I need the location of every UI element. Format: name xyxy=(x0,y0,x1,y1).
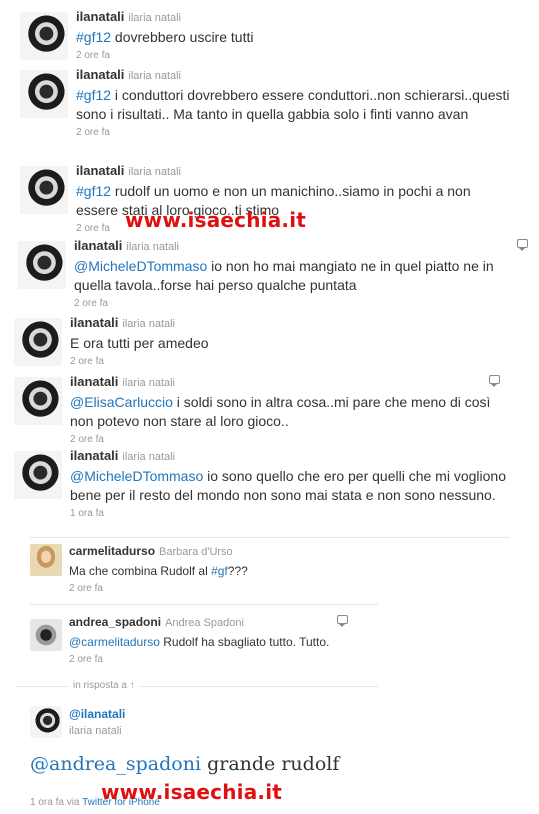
mention-link[interactable]: @carmelitadurso xyxy=(69,635,160,649)
mention-link[interactable]: @andrea_spadoni xyxy=(30,753,201,775)
screen-name[interactable]: ilanatali xyxy=(74,238,122,253)
hashtag-link[interactable]: #gf12 xyxy=(76,183,111,199)
avatar[interactable] xyxy=(20,12,68,60)
timestamp[interactable]: 2 ore fa xyxy=(69,583,489,594)
divider xyxy=(30,537,510,538)
main-full-name: ilaria natali xyxy=(69,725,122,737)
main-screen-name[interactable]: @ilanatali xyxy=(69,707,125,721)
screen-name[interactable]: ilanatali xyxy=(70,448,118,463)
reply-icon[interactable] xyxy=(489,375,500,387)
hashtag-link[interactable]: #gf12 xyxy=(76,87,111,103)
tweet-text: @carmelitadurso Rudolf ha sbagliato tutt… xyxy=(69,633,389,651)
tweet-text: #gf12 i conduttori dovrebbero essere con… xyxy=(76,86,516,124)
main-tweet-text: @andrea_spadoni grande rudolf xyxy=(30,753,339,775)
tweet-text: E ora tutti per amedeo xyxy=(70,334,510,353)
hashtag-link[interactable]: #gf xyxy=(211,564,228,578)
avatar[interactable] xyxy=(20,70,68,118)
text-segment: i conduttori dovrebbero essere conduttor… xyxy=(76,87,510,122)
full-name: ilaria natali xyxy=(128,12,182,24)
screen-name[interactable]: ilanatali xyxy=(70,374,118,389)
timestamp[interactable]: 2 ore fa xyxy=(69,654,389,665)
avatar[interactable] xyxy=(30,619,62,651)
full-name: ilaria natali xyxy=(128,166,182,178)
text-segment: E ora tutti per amedeo xyxy=(70,335,209,351)
via-label: via xyxy=(66,797,80,808)
timestamp[interactable]: 1 ora fa xyxy=(70,508,510,519)
full-name: Andrea Spadoni xyxy=(165,617,244,629)
mention-link[interactable]: @MicheleDTommaso xyxy=(70,468,203,484)
avatar[interactable] xyxy=(14,318,62,366)
watermark: www.isaechia.it xyxy=(101,780,283,804)
full-name: ilaria natali xyxy=(122,377,176,389)
tweet-text: #gf12 dovrebbero uscire tutti xyxy=(76,28,516,47)
reply-icon[interactable] xyxy=(517,239,528,251)
in-reply-link[interactable]: in risposta a ↑ xyxy=(69,680,139,691)
timestamp[interactable]: 2 ore fa xyxy=(76,127,516,138)
avatar[interactable] xyxy=(30,544,62,576)
tweet-text: @MicheleDTommaso io sono quello che ero … xyxy=(70,467,510,505)
tweet-text: @MicheleDTommaso io non ho mai mangiato … xyxy=(74,257,514,295)
full-name: Barbara d'Urso xyxy=(159,546,233,558)
avatar[interactable] xyxy=(14,451,62,499)
screen-name[interactable]: ilanatali xyxy=(70,315,118,330)
screen-name[interactable]: carmelitadurso xyxy=(69,544,155,558)
screen-name[interactable]: ilanatali xyxy=(76,163,124,178)
text-segment: Ma che combina Rudolf al xyxy=(69,564,212,578)
avatar[interactable] xyxy=(30,706,62,738)
reply-icon[interactable] xyxy=(337,615,348,627)
timestamp[interactable]: 2 ore fa xyxy=(70,434,510,445)
avatar[interactable] xyxy=(20,166,68,214)
full-name: ilaria natali xyxy=(122,318,176,330)
mention-link[interactable]: @MicheleDTommaso xyxy=(74,258,207,274)
watermark: www.isaechia.it xyxy=(125,208,307,232)
timestamp[interactable]: 2 ore fa xyxy=(70,356,510,367)
text-segment: Rudolf ha sbagliato tutto. Tutto. xyxy=(159,635,330,649)
screen-name[interactable]: ilanatali xyxy=(76,9,124,24)
avatar[interactable] xyxy=(18,241,66,289)
tweet-text: @ElisaCarluccio i soldi sono in altra co… xyxy=(70,393,510,431)
divider xyxy=(30,604,378,605)
full-name: ilaria natali xyxy=(128,70,182,82)
screen-name[interactable]: ilanatali xyxy=(76,67,124,82)
full-name: ilaria natali xyxy=(126,241,180,253)
screen-name[interactable]: andrea_spadoni xyxy=(69,615,161,629)
text-segment: ??? xyxy=(227,564,248,578)
timestamp[interactable]: 2 ore fa xyxy=(76,50,516,61)
hashtag-link[interactable]: #gf12 xyxy=(76,29,111,45)
main-text: grande rudolf xyxy=(201,753,340,775)
avatar[interactable] xyxy=(14,377,62,425)
timestamp[interactable]: 2 ore fa xyxy=(74,298,514,309)
tweet-text: Ma che combina Rudolf al #gf??? xyxy=(69,562,489,580)
text-segment: dovrebbero uscire tutti xyxy=(111,29,254,45)
full-name: ilaria natali xyxy=(122,451,176,463)
main-timestamp[interactable]: 1 ora fa xyxy=(30,797,64,808)
mention-link[interactable]: @ElisaCarluccio xyxy=(70,394,173,410)
